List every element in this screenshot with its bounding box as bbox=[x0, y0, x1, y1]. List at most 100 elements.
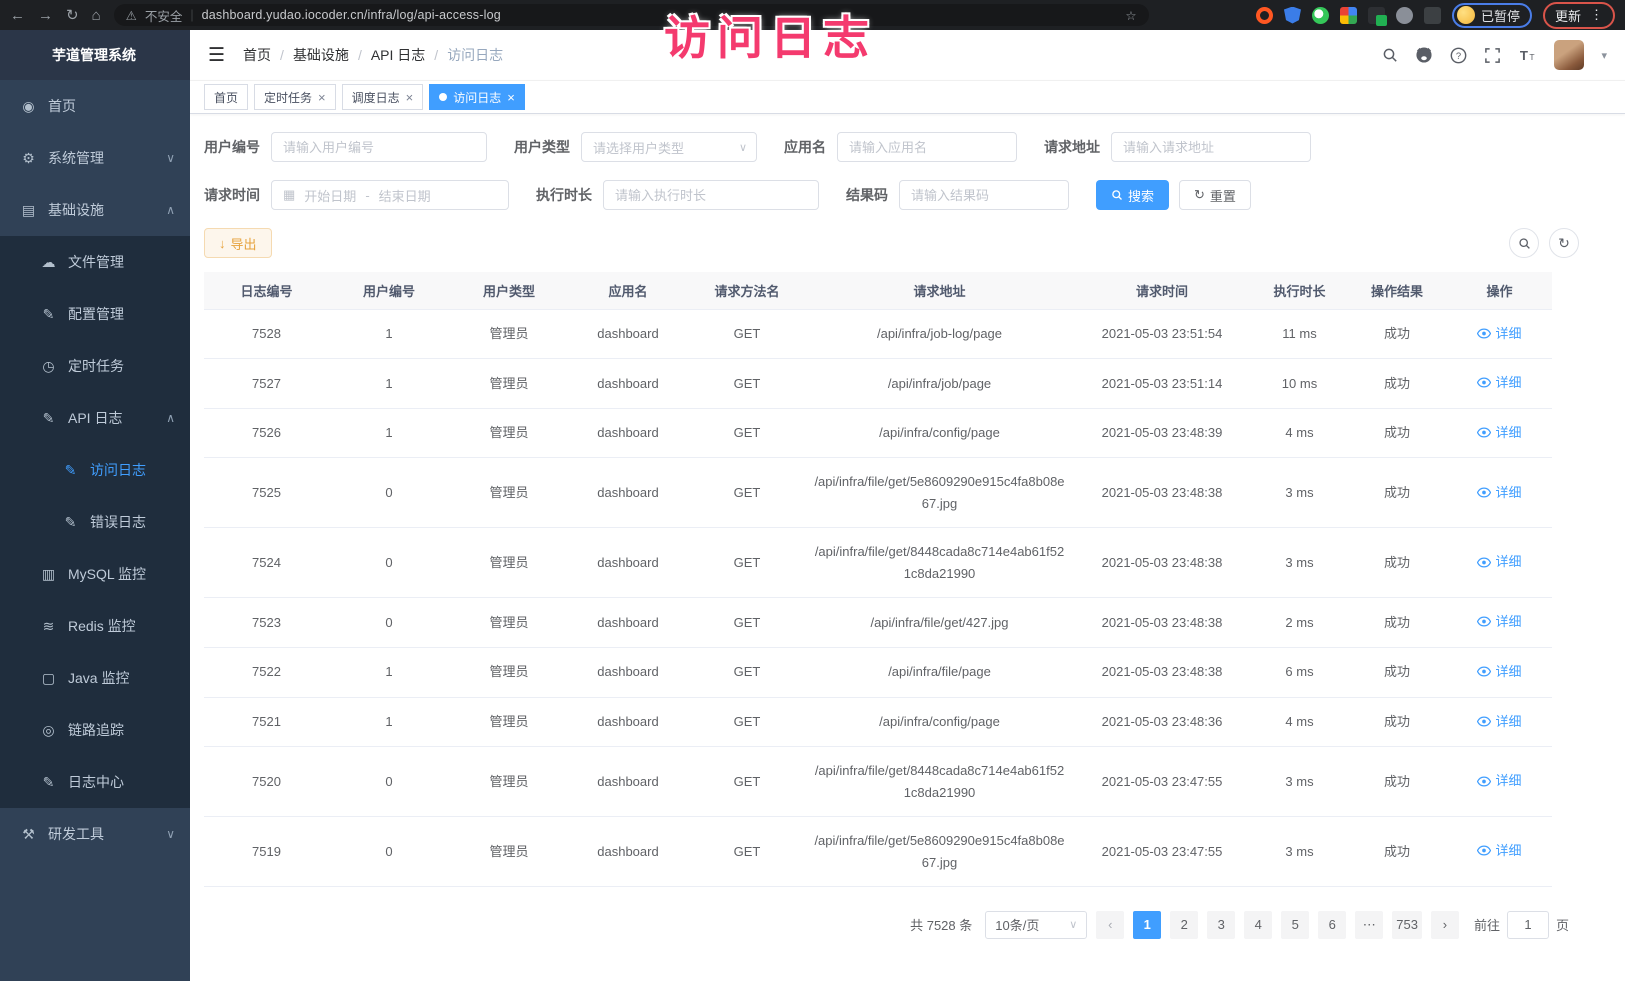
tab-access-log[interactable]: 访问日志 × bbox=[429, 84, 525, 110]
refresh-table-button[interactable]: ↻ bbox=[1549, 228, 1579, 258]
sidebar-item-home[interactable]: ◉ 首页 bbox=[0, 80, 190, 132]
detail-link[interactable]: 详细 bbox=[1477, 770, 1521, 791]
page-button-4[interactable]: 4 bbox=[1244, 911, 1272, 939]
detail-link[interactable]: 详细 bbox=[1477, 422, 1521, 443]
cell-log-id: 7520 bbox=[204, 747, 329, 817]
shield-extension-icon[interactable] bbox=[1284, 7, 1301, 24]
sidebar-item-java-monitor[interactable]: ▢ Java 监控 bbox=[0, 652, 190, 704]
sidebar-item-system[interactable]: ⚙ 系统管理 ∨ bbox=[0, 132, 190, 184]
sidebar-item-access-log[interactable]: ✎ 访问日志 bbox=[0, 444, 190, 496]
sidebar-item-config-manage[interactable]: ✎ 配置管理 bbox=[0, 288, 190, 340]
sidebar-item-file-manage[interactable]: ☁ 文件管理 bbox=[0, 236, 190, 288]
tags-view-bar: 首页 定时任务 × 调度日志 × 访问日志 × bbox=[190, 80, 1625, 114]
page-button-6[interactable]: 6 bbox=[1318, 911, 1346, 939]
bookmark-star-icon[interactable]: ☆ bbox=[1125, 8, 1136, 23]
page-button-2[interactable]: 2 bbox=[1170, 911, 1198, 939]
caret-down-icon[interactable]: ▾ bbox=[1601, 49, 1607, 62]
detail-link[interactable]: 详细 bbox=[1477, 611, 1521, 632]
page-button-1[interactable]: 1 bbox=[1133, 911, 1161, 939]
extensions-puzzle-icon[interactable] bbox=[1340, 7, 1357, 24]
col-actions: 操作 bbox=[1447, 272, 1552, 309]
search-button[interactable]: 搜索 bbox=[1096, 180, 1169, 210]
close-icon[interactable]: × bbox=[406, 91, 414, 104]
browser-forward-icon[interactable]: → bbox=[38, 8, 53, 23]
extension-icon[interactable] bbox=[1312, 7, 1329, 24]
breadcrumb-item[interactable]: API 日志 bbox=[371, 45, 425, 65]
close-icon[interactable]: × bbox=[318, 91, 326, 104]
cell-duration: 3 ms bbox=[1252, 817, 1347, 887]
sidebar-item-log-center[interactable]: ✎ 日志中心 bbox=[0, 756, 190, 808]
breadcrumb-item[interactable]: 首页 bbox=[243, 45, 271, 65]
svg-text:T: T bbox=[1520, 48, 1528, 63]
page-size-select[interactable]: 10条/页 ∨ bbox=[985, 911, 1087, 939]
range-separator: - bbox=[365, 188, 369, 203]
reset-button[interactable]: ↻ 重置 bbox=[1179, 180, 1251, 210]
user-type-select[interactable]: 请选择用户类型 ∨ bbox=[581, 132, 757, 162]
access-log-table: 日志编号 用户编号 用户类型 应用名 请求方法名 请求地址 请求时间 执行时长 … bbox=[204, 272, 1552, 887]
sidebar-item-redis-monitor[interactable]: ≋ Redis 监控 bbox=[0, 600, 190, 652]
sidebar-item-infra[interactable]: ▤ 基础设施 ∧ bbox=[0, 184, 190, 236]
request-url-input[interactable] bbox=[1111, 132, 1311, 162]
detail-link[interactable]: 详细 bbox=[1477, 323, 1521, 344]
tab-home[interactable]: 首页 bbox=[204, 84, 248, 110]
svg-text:T: T bbox=[1530, 52, 1535, 62]
cell-app-name: dashboard bbox=[569, 458, 687, 528]
detail-link[interactable]: 详细 bbox=[1477, 372, 1521, 393]
sidebar-item-trace[interactable]: ◎ 链路追踪 bbox=[0, 704, 190, 756]
page-button-3[interactable]: 3 bbox=[1207, 911, 1235, 939]
user-avatar[interactable] bbox=[1554, 40, 1584, 70]
sidebar-item-scheduled-job[interactable]: ◷ 定时任务 bbox=[0, 340, 190, 392]
page-button-753[interactable]: 753 bbox=[1392, 911, 1422, 939]
sidebar-item-label: API 日志 bbox=[68, 408, 122, 428]
help-icon[interactable]: ? bbox=[1450, 47, 1467, 64]
cell-app-name: dashboard bbox=[569, 598, 687, 648]
sidebar-item-api-log[interactable]: ✎ API 日志 ∧ bbox=[0, 392, 190, 444]
breadcrumb-item[interactable]: 基础设施 bbox=[293, 45, 349, 65]
browser-reload-icon[interactable]: ↻ bbox=[66, 8, 79, 23]
prev-page-button[interactable]: ‹ bbox=[1096, 911, 1124, 939]
kebab-menu-icon[interactable]: ⋮ bbox=[1590, 7, 1603, 23]
app-name-input[interactable] bbox=[837, 132, 1017, 162]
hamburger-icon[interactable]: ☰ bbox=[208, 44, 225, 67]
tab-scheduled-job[interactable]: 定时任务 × bbox=[254, 84, 336, 110]
detail-link[interactable]: 详细 bbox=[1477, 661, 1521, 682]
profile-paused-badge[interactable]: 已暂停 bbox=[1452, 3, 1532, 28]
tab-schedule-log[interactable]: 调度日志 × bbox=[342, 84, 424, 110]
cloud-upload-icon: ☁ bbox=[40, 254, 57, 271]
goto-page-input[interactable] bbox=[1507, 911, 1549, 939]
log-icon: ✎ bbox=[62, 514, 79, 531]
search-icon[interactable] bbox=[1382, 47, 1398, 63]
font-size-icon[interactable]: TT bbox=[1518, 47, 1537, 64]
cell-app-name: dashboard bbox=[569, 817, 687, 887]
browser-back-icon[interactable]: ← bbox=[10, 8, 25, 23]
sidebar-item-mysql-monitor[interactable]: ▥ MySQL 监控 bbox=[0, 548, 190, 600]
close-icon[interactable]: × bbox=[507, 91, 515, 104]
extension-icon[interactable] bbox=[1256, 7, 1273, 24]
pagination-ellipsis[interactable]: ⋯ bbox=[1355, 911, 1383, 939]
next-page-button[interactable]: › bbox=[1431, 911, 1459, 939]
detail-link[interactable]: 详细 bbox=[1477, 840, 1521, 861]
extension-icon[interactable] bbox=[1368, 7, 1385, 24]
page-button-5[interactable]: 5 bbox=[1281, 911, 1309, 939]
extension-icon[interactable] bbox=[1396, 7, 1413, 24]
user-id-input[interactable] bbox=[271, 132, 487, 162]
fullscreen-icon[interactable] bbox=[1484, 47, 1501, 64]
github-icon[interactable] bbox=[1415, 46, 1433, 64]
toggle-search-button[interactable] bbox=[1509, 228, 1539, 258]
chevron-up-icon: ∧ bbox=[166, 203, 175, 217]
sidebar-item-error-log[interactable]: ✎ 错误日志 bbox=[0, 496, 190, 548]
extension-icon[interactable] bbox=[1424, 7, 1441, 24]
result-code-input[interactable] bbox=[899, 180, 1069, 210]
export-button[interactable]: ↓ 导出 bbox=[204, 228, 272, 258]
address-bar[interactable]: ⚠ 不安全 | dashboard.yudao.iocoder.cn/infra… bbox=[114, 4, 1149, 26]
detail-link[interactable]: 详细 bbox=[1477, 482, 1521, 503]
browser-update-button[interactable]: 更新 ⋮ bbox=[1543, 2, 1615, 29]
detail-link[interactable]: 详细 bbox=[1477, 551, 1521, 572]
browser-home-icon[interactable]: ⌂ bbox=[92, 8, 101, 23]
detail-link[interactable]: 详细 bbox=[1477, 711, 1521, 732]
sidebar-item-devtools[interactable]: ⚒ 研发工具 ∨ bbox=[0, 808, 190, 860]
duration-input[interactable] bbox=[603, 180, 819, 210]
cell-request-url: /api/infra/config/page bbox=[807, 697, 1072, 747]
cell-user-id: 1 bbox=[329, 359, 449, 409]
request-time-range-picker[interactable]: ▦ 开始日期 - 结束日期 bbox=[271, 180, 509, 210]
